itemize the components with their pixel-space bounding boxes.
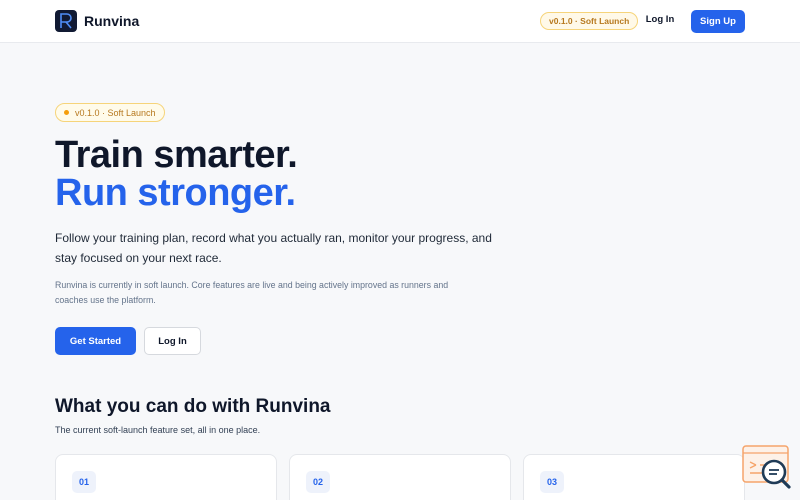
brand-name[interactable]: Runvina xyxy=(84,13,139,29)
header-login-link[interactable]: Log In xyxy=(640,14,680,25)
feature-card-3: 03 xyxy=(523,454,745,500)
hero-note: Runvina is currently in soft launch. Cor… xyxy=(55,280,449,305)
runvina-logo-icon[interactable] xyxy=(55,10,77,32)
hero-version-badge: v0.1.0 · Soft Launch xyxy=(55,103,165,122)
feature-card-number: 02 xyxy=(306,471,330,493)
hero-login-button[interactable]: Log In xyxy=(144,327,201,355)
features-subtitle: The current soft-launch feature set, all… xyxy=(55,425,261,435)
header-signup-button[interactable]: Sign Up xyxy=(691,10,745,33)
status-dot-icon xyxy=(64,110,69,115)
top-navbar: Runvina v0.1.0 · Soft Launch Log In Sign… xyxy=(0,0,800,43)
feature-card-number: 03 xyxy=(540,471,564,493)
hero-lead: Follow your training plan, record what y… xyxy=(55,231,492,265)
chat-search-icon[interactable] xyxy=(742,444,792,492)
hero-title-line2: Run stronger. xyxy=(55,172,296,214)
get-started-button[interactable]: Get Started xyxy=(55,327,136,355)
assistant-widget-graphic xyxy=(742,445,791,489)
logo-glyph xyxy=(60,13,72,29)
hero-badge-text: v0.1.0 · Soft Launch xyxy=(75,107,156,118)
feature-card-number: 01 xyxy=(72,471,96,493)
version-badge: v0.1.0 · Soft Launch xyxy=(540,12,639,30)
feature-card-2: 02 xyxy=(289,454,511,500)
feature-card-1: 01 xyxy=(55,454,277,500)
hero-title-line1: Train smarter. xyxy=(55,134,298,176)
features-title: What you can do with Runvina xyxy=(55,396,331,417)
